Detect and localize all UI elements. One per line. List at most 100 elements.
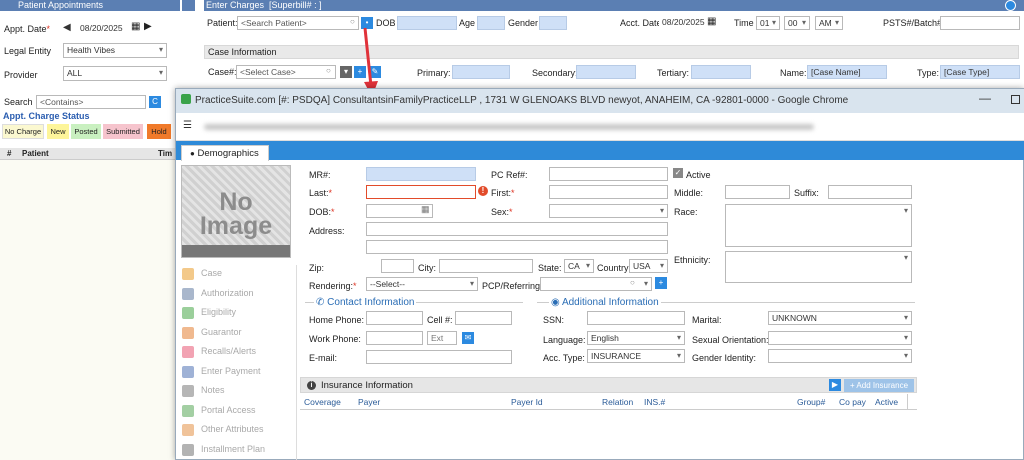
tab-demographics[interactable]: ● Demographics [181, 145, 269, 161]
ins-col-payer-id: Payer Id [511, 397, 543, 407]
pcp-add-button[interactable]: + [655, 277, 667, 289]
active-checkbox[interactable]: ✓ [673, 168, 683, 178]
add-insurance-button[interactable]: + Add Insurance [844, 379, 914, 392]
psts-input[interactable] [940, 16, 1020, 30]
nav-authorization[interactable]: Authorization [201, 288, 254, 298]
prev-date-icon[interactable]: ◀ [63, 22, 71, 33]
acct-date-field[interactable]: 08/20/2025 [659, 16, 707, 30]
site-settings-icon[interactable]: ☰ [183, 120, 192, 131]
nav-installment-plan[interactable]: Installment Plan [201, 444, 265, 454]
pcp-select[interactable] [540, 277, 652, 291]
email-input[interactable] [366, 350, 512, 364]
calendar-icon[interactable]: ▦ [131, 21, 140, 32]
pcref-input[interactable] [549, 167, 668, 181]
error-icon: ! [478, 186, 488, 196]
last-label: Last:* [309, 188, 333, 198]
rendering-select[interactable]: --Select-- [366, 277, 478, 291]
marital-select[interactable]: UNKNOWN [768, 311, 912, 325]
no-image-photo[interactable]: No Image [181, 165, 291, 258]
minimize-button[interactable]: — [979, 91, 991, 105]
state-select[interactable]: CA [564, 259, 594, 273]
case-dropdown-button[interactable]: ▾ [340, 66, 352, 78]
enter-charges-title: Enter Charges [206, 0, 265, 10]
nav-portal-access[interactable]: Portal Access [201, 405, 256, 415]
zip-input[interactable] [381, 259, 414, 273]
country-select[interactable]: USA [629, 259, 668, 273]
photo-actions-bar [182, 245, 290, 257]
last-name-input[interactable] [366, 185, 476, 199]
popup-window-title: PracticeSuite.com [#: PSDQA] Consultants… [195, 95, 849, 106]
acc-type-select[interactable]: INSURANCE [587, 349, 685, 363]
pcref-label: PC Ref#: [491, 170, 528, 180]
patient-label: Patient: [207, 18, 238, 28]
gender-field [539, 16, 567, 30]
state-label: State: [538, 263, 562, 273]
language-select[interactable]: English [587, 331, 685, 345]
hour-select[interactable]: 01 [756, 16, 780, 30]
acct-date-label: Acct. Date [620, 18, 662, 28]
left-header-icon[interactable] [181, 0, 195, 11]
info-icon: i [307, 381, 316, 390]
work-phone-input[interactable] [366, 331, 423, 345]
status-submitted: Submitted [103, 124, 143, 139]
ethnicity-multiselect[interactable] [725, 251, 912, 283]
ampm-select[interactable]: AM [815, 16, 843, 30]
time-label: Time [734, 18, 754, 28]
dob-calendar-icon[interactable]: ▦ [421, 204, 430, 215]
address-line1-input[interactable] [366, 222, 668, 236]
nav-portal-access-icon [182, 404, 194, 417]
case-name-field: [Case Name] [807, 65, 887, 79]
cell-label: Cell #: [427, 315, 453, 325]
nav-guarantor[interactable]: Guarantor [201, 327, 242, 337]
active-label: Active [686, 170, 711, 180]
maximize-button[interactable] [1011, 95, 1020, 104]
city-input[interactable] [439, 259, 533, 273]
nav-notes[interactable]: Notes [201, 385, 225, 395]
pcp-clear-icon[interactable]: ○ [630, 278, 635, 287]
middle-name-input[interactable] [725, 185, 790, 199]
search-clear-button[interactable]: C [149, 96, 161, 108]
name-label: Name: [780, 68, 807, 78]
address-line2-input[interactable] [366, 240, 668, 254]
acct-calendar-icon[interactable]: ▦ [707, 16, 716, 27]
next-date-icon[interactable]: ▶ [144, 21, 152, 32]
appt-date-field[interactable]: 08/20/2025 [77, 22, 129, 36]
case-select-input[interactable]: <Select Case> [236, 65, 336, 79]
case-label: Case#: [208, 67, 237, 77]
address-bar: ☰ [176, 113, 1024, 141]
sex-select[interactable] [549, 204, 668, 218]
sexual-orientation-select[interactable] [768, 331, 912, 345]
home-phone-input[interactable] [366, 311, 423, 325]
first-label: First:* [491, 188, 515, 198]
work-phone-label: Work Phone: [309, 334, 361, 344]
nav-authorization-icon [182, 287, 194, 300]
provider-select[interactable]: ALL [63, 66, 167, 81]
ins-col-relation: Relation [602, 397, 634, 407]
age-label: Age [459, 18, 476, 28]
ext-input[interactable]: Ext [427, 331, 457, 345]
legal-entity-select[interactable]: Health Vibes [63, 43, 167, 58]
ssn-input[interactable] [587, 311, 685, 325]
patient-search-input[interactable]: <Search Patient> [237, 16, 359, 30]
insurance-play-button[interactable]: ▶ [829, 379, 841, 391]
zip-label: Zip: [309, 263, 325, 273]
play-circle-icon[interactable] [1005, 0, 1016, 11]
nav-eligibility[interactable]: Eligibility [201, 307, 236, 317]
race-multiselect[interactable] [725, 204, 912, 247]
cell-input[interactable] [455, 311, 512, 325]
patient-clear-icon[interactable]: ○ [350, 17, 355, 26]
nav-other-attributes[interactable]: Other Attributes [201, 424, 264, 434]
search-input[interactable]: <Contains> [36, 95, 146, 109]
tab-demographics-label: Demographics [197, 148, 259, 159]
gender-label: Gender [508, 18, 539, 28]
gender-identity-select[interactable] [768, 349, 912, 363]
nav-recalls-alerts[interactable]: Recalls/Alerts [201, 346, 256, 356]
minute-select[interactable]: 00 [784, 16, 810, 30]
nav-case[interactable]: Case [201, 268, 222, 278]
nav-enter-payment[interactable]: Enter Payment [201, 366, 261, 376]
case-clear-icon[interactable]: ○ [326, 66, 331, 75]
legal-entity-label: Legal Entity [4, 46, 52, 56]
chat-button[interactable]: ✉ [462, 332, 474, 344]
suffix-input[interactable] [828, 185, 912, 199]
first-name-input[interactable] [549, 185, 668, 199]
